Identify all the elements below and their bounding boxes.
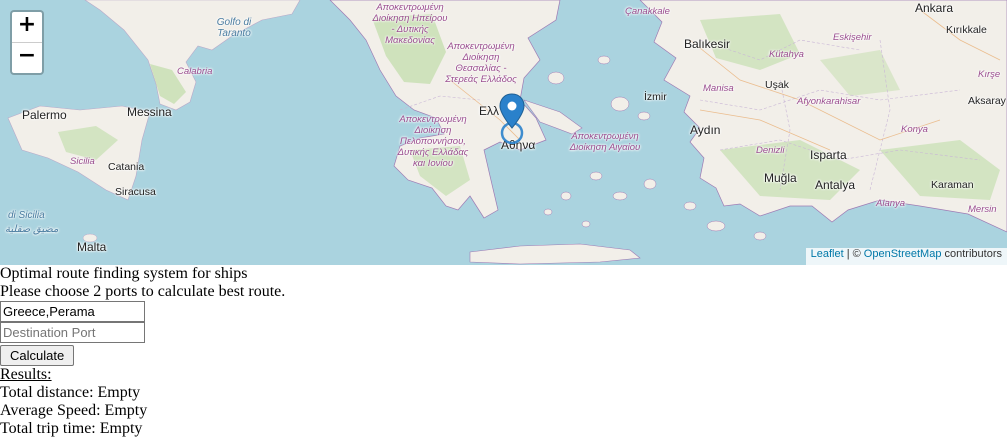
map-label-city: Aksaray	[968, 95, 1006, 107]
port-marker[interactable]	[498, 92, 526, 149]
map-label-city: Muğla	[764, 171, 797, 185]
total-distance-text: Total distance: Empty	[0, 384, 141, 401]
map-label-city: Denizli	[756, 145, 785, 156]
map-label-city: Balıkesir	[684, 37, 731, 51]
map-label-city: Catania	[108, 161, 145, 173]
openstreetmap-link[interactable]: OpenStreetMap	[864, 248, 942, 260]
attribution-separator: | ©	[846, 248, 861, 260]
map-label-sea: di Sicilia	[8, 210, 45, 221]
map-label-city: Alanya	[876, 198, 906, 209]
map-label-region: Αποκεντρωμένη Διοίκηση Θεσσαλίας - Στερε…	[445, 41, 517, 85]
map-label-city: Karaman	[931, 179, 974, 191]
instructions-text: Please choose 2 ports to calculate best …	[0, 283, 286, 300]
map-label-city: Messina	[127, 105, 172, 119]
map-label-region: Αποκεντρωμένη Διοίκηση Πελοποννήσου, Δυτ…	[397, 114, 469, 169]
map-label-city: Isparta	[810, 148, 847, 162]
map-label-region: Αποκεντρωμένη Διοίκηση Ηπείρου - Δυτικής…	[372, 2, 448, 46]
route-panel: Optimal route finding system for ships P…	[0, 265, 1007, 438]
map-label-sea: مضيق صقلية	[5, 224, 59, 235]
map-container[interactable]: Palermo Messina Catania Siracusa Malta B…	[0, 0, 1007, 265]
map-attribution: Leaflet | © OpenStreetMap contributors	[805, 248, 1007, 265]
map-pin-icon[interactable]	[498, 92, 526, 145]
map-label-city: Ankara	[915, 1, 954, 15]
total-trip-time-text: Total trip time: Empty	[0, 420, 143, 437]
map-label-city: Manisa	[703, 83, 734, 94]
map-label-city: Palermo	[22, 108, 67, 122]
zoom-in-button[interactable]: +	[12, 12, 42, 43]
calculate-button[interactable]: Calculate	[0, 345, 75, 366]
map-label-city: Kırıkkale	[946, 24, 987, 36]
map-label-region: Calabria	[177, 66, 213, 77]
average-speed-text: Average Speed: Empty	[0, 402, 148, 419]
map-label-city: Kırşe	[978, 69, 1001, 80]
leaflet-link[interactable]: Leaflet	[811, 248, 844, 260]
map-label-city: Mersin	[968, 204, 997, 215]
page-title: Optimal route finding system for ships	[0, 265, 248, 282]
map-label-city: Çanakkale	[625, 6, 670, 17]
map-label-city: Antalya	[815, 178, 856, 192]
map-label-city: Malta	[77, 240, 107, 254]
zoom-out-button[interactable]: −	[12, 43, 42, 73]
map-label-city: Aydın	[690, 123, 721, 137]
origin-port-input[interactable]	[0, 301, 145, 322]
map-label-city: Uşak	[765, 79, 789, 91]
map-label-city: Ελλ	[479, 104, 500, 118]
map-label-city: Afyonkarahisar	[797, 96, 861, 107]
map-label-city: Konya	[901, 124, 928, 135]
map-label-sea: Golfo di Taranto	[216, 17, 252, 39]
map-label-region: Sicilia	[70, 156, 95, 167]
map-label-city: Eskişehir	[833, 32, 872, 43]
zoom-control: + −	[10, 10, 44, 75]
attribution-suffix: contributors	[944, 248, 1002, 260]
map-label-city: Siracusa	[115, 186, 156, 198]
map-label-city: Kütahya	[769, 49, 804, 60]
destination-port-input[interactable]	[0, 322, 145, 343]
map-label-city: İzmir	[644, 91, 667, 103]
map-label-region: Αποκεντρωμένη Διοίκηση Αιγαίου	[569, 131, 641, 153]
results-heading: Results:	[0, 366, 52, 383]
